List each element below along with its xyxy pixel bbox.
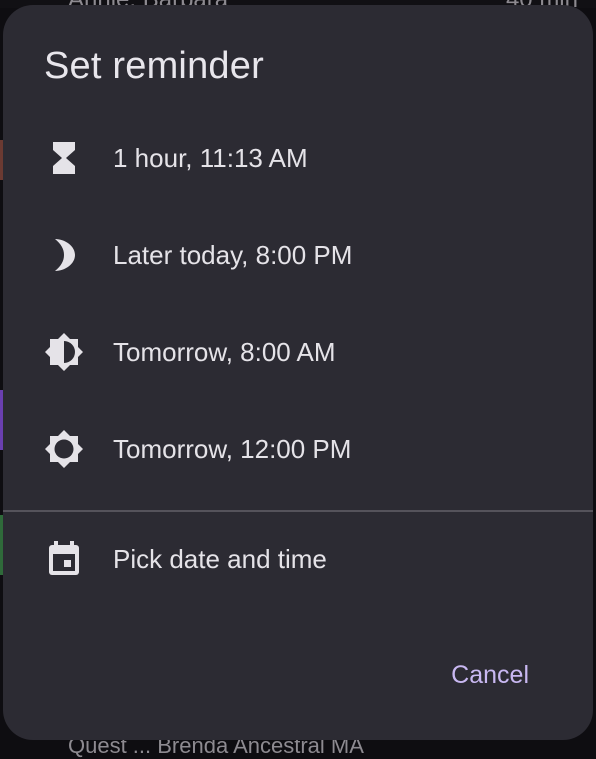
cancel-button[interactable]: Cancel	[445, 657, 535, 694]
pick-date-and-time-option[interactable]: Pick date and time	[3, 514, 593, 604]
calendar-icon	[44, 539, 84, 579]
sun-icon	[44, 429, 84, 469]
divider	[3, 510, 593, 512]
reminder-option-1-hour[interactable]: 1 hour, 11:13 AM	[3, 113, 593, 203]
set-reminder-dialog: Set reminder 1 hour, 11:13 AM Later toda…	[3, 5, 593, 740]
reminder-option-tomorrow-morning[interactable]: Tomorrow, 8:00 AM	[3, 307, 593, 397]
moon-icon	[44, 235, 84, 275]
reminder-option-later-today[interactable]: Later today, 8:00 PM	[3, 210, 593, 300]
hourglass-icon	[44, 138, 84, 178]
reminder-option-label: Tomorrow, 8:00 AM	[113, 337, 336, 368]
reminder-option-label: Later today, 8:00 PM	[113, 240, 352, 271]
brightness-half-icon	[44, 332, 84, 372]
dialog-title: Set reminder	[44, 45, 264, 88]
reminder-option-label: 1 hour, 11:13 AM	[113, 143, 308, 174]
reminder-option-label: Pick date and time	[113, 544, 327, 575]
reminder-option-label: Tomorrow, 12:00 PM	[113, 434, 351, 465]
reminder-option-tomorrow-noon[interactable]: Tomorrow, 12:00 PM	[3, 404, 593, 494]
